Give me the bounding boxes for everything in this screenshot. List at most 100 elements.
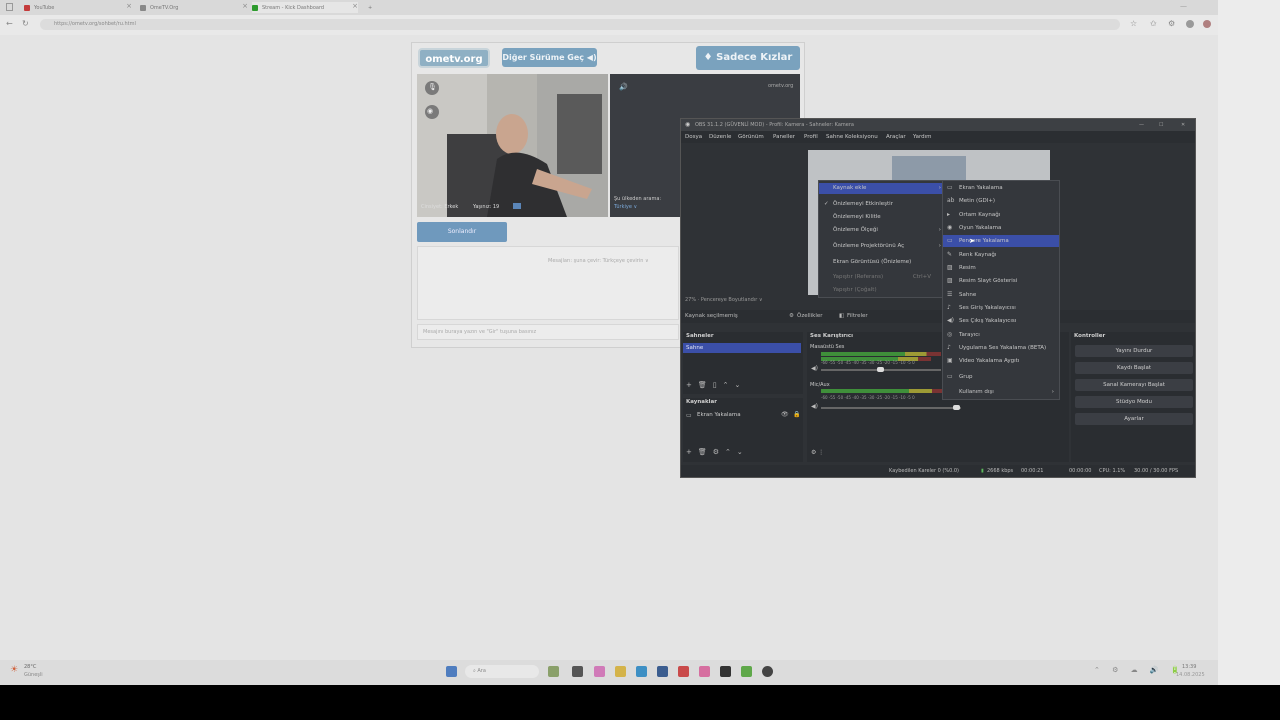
studio-mode-button[interactable]: Stüdyo Modu <box>1075 396 1193 408</box>
new-tab-button[interactable]: + <box>368 2 372 13</box>
color-source-item[interactable]: ✎ Renk Kaynağı <box>943 249 1059 261</box>
paste-duplicate-menu-item[interactable]: Yapıştır (Çoğalt) <box>819 285 945 296</box>
group-item[interactable]: ▭ Grup <box>943 371 1059 383</box>
text-gdi-item[interactable]: ab Metin (GDI+) <box>943 195 1059 207</box>
scene-item[interactable]: Sahne <box>683 343 801 353</box>
maximize-icon[interactable]: ☐ <box>1159 119 1163 131</box>
microphone-icon[interactable]: 🎙 <box>428 83 437 91</box>
scene-toolbar[interactable]: +🗑▯⌃⌄ <box>686 381 746 389</box>
close-icon[interactable]: × <box>126 2 132 10</box>
file-explorer-icon[interactable] <box>615 666 626 677</box>
menu-paneller[interactable]: Paneller <box>773 131 795 143</box>
address-bar[interactable]: https://ometv.org/sohbet/ru.html <box>40 19 1120 30</box>
reload-icon[interactable]: ↻ <box>22 19 29 28</box>
clock-time[interactable]: 13:39 <box>1182 664 1196 670</box>
audio-output-capture-item[interactable]: ◀) Ses Çıkış Yakalayıcısı <box>943 315 1059 327</box>
audio-input-capture-item[interactable]: ♪ Ses Giriş Yakalayıcısı <box>943 302 1059 314</box>
camera-switch-icon[interactable]: ◉ <box>427 107 433 115</box>
filter-icon[interactable]: ◧ <box>839 310 844 323</box>
other-version-button[interactable]: Diğer Sürüme Geç ◀) <box>502 48 597 67</box>
settings-button[interactable]: Ayarlar <box>1075 413 1193 425</box>
country-select[interactable]: Türkiye ∨ <box>614 204 637 210</box>
terminal-icon[interactable] <box>720 666 731 677</box>
kick-icon[interactable] <box>741 666 752 677</box>
minimize-icon[interactable]: — <box>1180 2 1187 10</box>
stop-streaming-button[interactable]: Yayını Durdur <box>1075 345 1193 357</box>
tab-ometv[interactable]: OmeTV.Org × <box>140 2 248 13</box>
game-capture-item[interactable]: ◉ Oyun Yakalama <box>943 222 1059 234</box>
menu-yardim[interactable]: Yardım <box>913 131 932 143</box>
menu-duzenle[interactable]: Düzenle <box>709 131 731 143</box>
tab-kick[interactable]: Stream - Kick Dashboard × <box>252 2 358 13</box>
source-toolbar-bottom[interactable]: +🗑⚙⌃⌄ <box>686 448 749 456</box>
application-audio-capture-item[interactable]: ♪ Uygulama Ses Yakalama (BETA) <box>943 342 1059 354</box>
menu-araclar[interactable]: Araçlar <box>886 131 906 143</box>
display-capture-item[interactable]: ▭ Ekran Yakalama <box>943 182 1059 194</box>
mic-slider[interactable] <box>821 407 961 409</box>
add-source-menu-item[interactable]: Kaynak ekle › <box>819 183 945 194</box>
desktop-audio-mute-icon[interactable]: ◀) <box>811 365 818 372</box>
video-capture-device-item[interactable]: ▣ Video Yakalama Aygıtı <box>943 355 1059 367</box>
close-icon[interactable]: × <box>242 2 248 10</box>
girls-only-button[interactable]: ♦ Sadece Kızlar <box>696 46 800 70</box>
copilot-icon[interactable] <box>1203 20 1211 28</box>
start-virtual-camera-button[interactable]: Sanal Kamerayı Başlat <box>1075 379 1193 391</box>
properties-button[interactable]: Özellikler <box>797 310 823 323</box>
weather-icon[interactable]: ☀ <box>10 665 18 675</box>
task-view-icon[interactable] <box>572 666 583 677</box>
ometv-logo[interactable]: ometv.org <box>418 48 490 68</box>
minimize-icon[interactable]: — <box>1139 119 1144 131</box>
tab-youtube[interactable]: YouTube × <box>24 2 132 13</box>
deprecated-item[interactable]: Kullanım dışı › <box>943 386 1059 398</box>
browser-source-item[interactable]: ◎ Tarayıcı <box>943 329 1059 341</box>
taskbar-search[interactable]: ⌕ Ara <box>465 665 539 678</box>
start-recording-button[interactable]: Kaydı Başlat <box>1075 362 1193 374</box>
sidebar-icon[interactable] <box>6 3 13 11</box>
translate-hint[interactable]: Mesajları: şuna çevir: Türkçeye çevirin … <box>548 258 649 264</box>
mixer-settings-icon[interactable]: ⚙ ⋮ <box>811 449 824 456</box>
mic-slider-handle[interactable] <box>953 405 960 410</box>
star-icon[interactable]: ☆ <box>1130 19 1137 28</box>
desktop-audio-slider-handle[interactable] <box>877 367 884 372</box>
preview-scale-menu-item[interactable]: Önizleme Ölçeği › <box>819 225 945 236</box>
windows-start-icon[interactable] <box>446 666 457 677</box>
visibility-icon[interactable]: 👁 <box>781 411 789 418</box>
obs-taskbar-icon[interactable] <box>762 666 773 677</box>
store-icon[interactable] <box>657 666 668 677</box>
widgets-icon[interactable] <box>548 666 559 677</box>
back-icon[interactable]: ← <box>6 19 13 28</box>
speaker-icon[interactable]: 🔊 <box>619 83 628 91</box>
close-icon[interactable]: ✕ <box>1181 119 1185 131</box>
profile-avatar[interactable] <box>1186 20 1194 28</box>
menu-sahne-koleksiyonu[interactable]: Sahne Koleksiyonu <box>826 131 878 143</box>
copilot-icon[interactable] <box>594 666 605 677</box>
app-icon[interactable] <box>699 666 710 677</box>
menu-dosya[interactable]: Dosya <box>685 131 702 143</box>
paste-reference-menu-item[interactable]: Yapıştır (Referans) Ctrl+V <box>819 272 945 283</box>
gear-icon[interactable]: ⚙ <box>789 310 794 323</box>
image-slideshow-item[interactable]: ▨ Resim Slayt Gösterisi <box>943 275 1059 287</box>
clock-date[interactable]: 14.08.2025 <box>1176 672 1205 678</box>
enable-preview-menu-item[interactable]: ✓ Önizlemeyi Etkinleştir <box>819 199 945 210</box>
lock-preview-menu-item[interactable]: Önizlemeyi Kilitle <box>819 212 945 223</box>
media-source-item[interactable]: ▸ Ortam Kaynağı <box>943 209 1059 221</box>
edge-icon[interactable] <box>636 666 647 677</box>
end-chat-button[interactable]: Sonlandır <box>417 222 507 242</box>
menu-gorunum[interactable]: Görünüm <box>738 131 764 143</box>
source-item[interactable]: Ekran Yakalama <box>697 412 741 418</box>
lock-icon[interactable]: 🔒 <box>793 411 800 418</box>
filters-button[interactable]: Filtreler <box>847 310 868 323</box>
close-icon[interactable]: × <box>352 2 358 10</box>
preview-scale[interactable]: 27% · Pencereye Boyutlandır ∨ <box>685 297 763 303</box>
yandex-icon[interactable] <box>678 666 689 677</box>
image-item[interactable]: ▨ Resim <box>943 262 1059 274</box>
screenshot-preview-menu-item[interactable]: Ekran Görüntüsü (Önizleme) <box>819 257 945 268</box>
mic-mute-icon[interactable]: ◀) <box>811 403 818 410</box>
open-preview-projector-menu-item[interactable]: Önizleme Projektörünü Aç › <box>819 241 945 252</box>
menu-profil[interactable]: Profil <box>804 131 818 143</box>
system-tray-icons[interactable]: ⌃ ⚙ ☁ 🔊 🔋 <box>1094 666 1184 674</box>
window-capture-item[interactable]: ▭ Pencere Yakalama <box>943 235 1059 247</box>
message-input[interactable]: Mesajını buraya yazın ve "Gir" tuşuna ba… <box>417 324 679 340</box>
scene-item[interactable]: ☰ Sahne <box>943 289 1059 301</box>
extensions-icon[interactable]: ⚙ <box>1168 19 1175 28</box>
